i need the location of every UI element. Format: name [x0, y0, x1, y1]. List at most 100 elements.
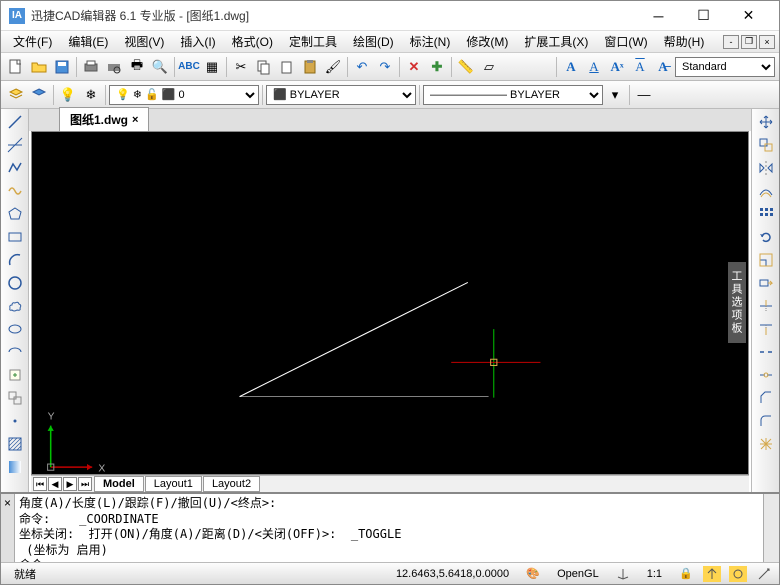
linetype-settings-button[interactable]: ▾: [604, 84, 626, 106]
distance-button[interactable]: 📏: [455, 56, 477, 78]
menu-view[interactable]: 视图(V): [116, 31, 172, 52]
maximize-button[interactable]: ☐: [681, 2, 726, 30]
join-tool[interactable]: [755, 364, 777, 386]
lineweight-button[interactable]: —: [633, 84, 655, 106]
polygon-tool[interactable]: [4, 203, 26, 225]
command-close-icon[interactable]: ×: [1, 494, 15, 562]
status-color-icon[interactable]: 🎨: [524, 566, 542, 582]
copy-button[interactable]: [253, 56, 275, 78]
polyline-tool[interactable]: [4, 157, 26, 179]
erase-button[interactable]: ✕: [403, 56, 425, 78]
menu-help[interactable]: 帮助(H): [656, 31, 713, 52]
mirror-tool[interactable]: [755, 157, 777, 179]
extend-tool[interactable]: [755, 318, 777, 340]
layer-freeze-icon[interactable]: ❄: [80, 84, 102, 106]
text-style-a1-button[interactable]: A: [560, 56, 582, 78]
mdi-close-button[interactable]: ×: [759, 35, 775, 49]
layer-manager-button[interactable]: [5, 84, 27, 106]
tool-palettes-tab[interactable]: 工具选项板: [728, 262, 746, 343]
move-tool[interactable]: [755, 111, 777, 133]
rotate-tool[interactable]: [755, 226, 777, 248]
layout-tab-model[interactable]: Model: [94, 476, 144, 492]
close-button[interactable]: ✕: [726, 2, 771, 30]
layout-tab-layout2[interactable]: Layout2: [203, 476, 260, 492]
plot-button[interactable]: 🖶: [126, 56, 148, 78]
mdi-minimize-button[interactable]: -: [723, 35, 739, 49]
status-renderer[interactable]: OpenGL: [550, 566, 606, 582]
layer-bulb-icon[interactable]: 💡: [57, 84, 79, 106]
hatch-tool[interactable]: [4, 433, 26, 455]
rectangle-tool[interactable]: [4, 226, 26, 248]
save-button[interactable]: [51, 56, 73, 78]
construction-line-tool[interactable]: [4, 134, 26, 156]
print-button[interactable]: [80, 56, 102, 78]
layout-nav-next[interactable]: ▶: [63, 477, 77, 491]
color-select[interactable]: ⬛ BYLAYER: [266, 85, 416, 105]
circle-tool[interactable]: [4, 272, 26, 294]
text-style-select[interactable]: Standard: [675, 57, 775, 77]
insert-block-tool[interactable]: [4, 364, 26, 386]
spline-tool[interactable]: [4, 180, 26, 202]
select-button[interactable]: ▦: [201, 56, 223, 78]
new-button[interactable]: [5, 56, 27, 78]
status-annotation1-icon[interactable]: [703, 566, 721, 582]
menu-window[interactable]: 窗口(W): [596, 31, 655, 52]
print-preview-button[interactable]: [103, 56, 125, 78]
ellipse-arc-tool[interactable]: [4, 341, 26, 363]
array-tool[interactable]: [755, 203, 777, 225]
text-style-a4-button[interactable]: A: [629, 56, 651, 78]
match-properties-button[interactable]: 🖌: [322, 56, 344, 78]
layer-select[interactable]: 💡 ❄ 🔓 ⬛ 0: [109, 85, 259, 105]
text-style-a3-button[interactable]: Aͯ: [606, 56, 628, 78]
drawing-canvas[interactable]: X Y 工具选项板: [31, 131, 749, 475]
chamfer-tool[interactable]: [755, 387, 777, 409]
text-style-a5-button[interactable]: A̶: [652, 56, 674, 78]
status-lock-icon[interactable]: 🔒: [677, 566, 695, 582]
menu-express-tools[interactable]: 扩展工具(X): [516, 31, 596, 52]
scale-tool[interactable]: [755, 249, 777, 271]
text-style-a2-button[interactable]: A: [583, 56, 605, 78]
break-tool[interactable]: [755, 341, 777, 363]
undo-button[interactable]: ↶: [351, 56, 373, 78]
command-text[interactable]: 角度(A)/长度(L)/跟踪(F)/撤回(U)/<终点>: 命令: _COORD…: [15, 494, 763, 562]
menu-insert[interactable]: 插入(I): [172, 31, 223, 52]
status-scale[interactable]: 1:1: [640, 566, 669, 582]
doc-tab-close-icon[interactable]: ×: [132, 114, 138, 126]
arc-tool[interactable]: [4, 249, 26, 271]
offset-tool[interactable]: [755, 180, 777, 202]
revision-cloud-tool[interactable]: [4, 295, 26, 317]
trim-tool[interactable]: [755, 295, 777, 317]
menu-edit[interactable]: 编辑(E): [60, 31, 116, 52]
cut-button[interactable]: ✂: [230, 56, 252, 78]
layer-states-button[interactable]: [28, 84, 50, 106]
menu-format[interactable]: 格式(O): [224, 31, 281, 52]
explode-tool[interactable]: [755, 433, 777, 455]
mdi-restore-button[interactable]: ❐: [741, 35, 757, 49]
oops-button[interactable]: ✚: [426, 56, 448, 78]
linetype-select[interactable]: ——————— BYLAYER: [423, 85, 603, 105]
redo-button[interactable]: ↷: [374, 56, 396, 78]
spell-check-button[interactable]: ABC: [178, 56, 200, 78]
line-tool[interactable]: [4, 111, 26, 133]
menu-modify[interactable]: 修改(M): [458, 31, 516, 52]
menu-draw[interactable]: 绘图(D): [345, 31, 402, 52]
layout-nav-last[interactable]: ⏭: [78, 477, 92, 491]
menu-dimension[interactable]: 标注(N): [402, 31, 459, 52]
layout-nav-prev[interactable]: ◀: [48, 477, 62, 491]
point-tool[interactable]: [4, 410, 26, 432]
command-scrollbar[interactable]: [763, 494, 779, 562]
copy-with-base-button[interactable]: [276, 56, 298, 78]
menu-custom-tools[interactable]: 定制工具: [281, 31, 345, 52]
layout-tab-layout1[interactable]: Layout1: [145, 476, 202, 492]
minimize-button[interactable]: ─: [636, 2, 681, 30]
stretch-tool[interactable]: [755, 272, 777, 294]
gradient-tool[interactable]: [4, 456, 26, 478]
find-button[interactable]: 🔍: [149, 56, 171, 78]
make-block-tool[interactable]: [4, 387, 26, 409]
status-annotation3-icon[interactable]: [755, 566, 773, 582]
copy-tool[interactable]: [755, 134, 777, 156]
fillet-tool[interactable]: [755, 410, 777, 432]
layout-nav-first[interactable]: ⏮: [33, 477, 47, 491]
menu-file[interactable]: 文件(F): [5, 31, 60, 52]
status-annotation2-icon[interactable]: [729, 566, 747, 582]
